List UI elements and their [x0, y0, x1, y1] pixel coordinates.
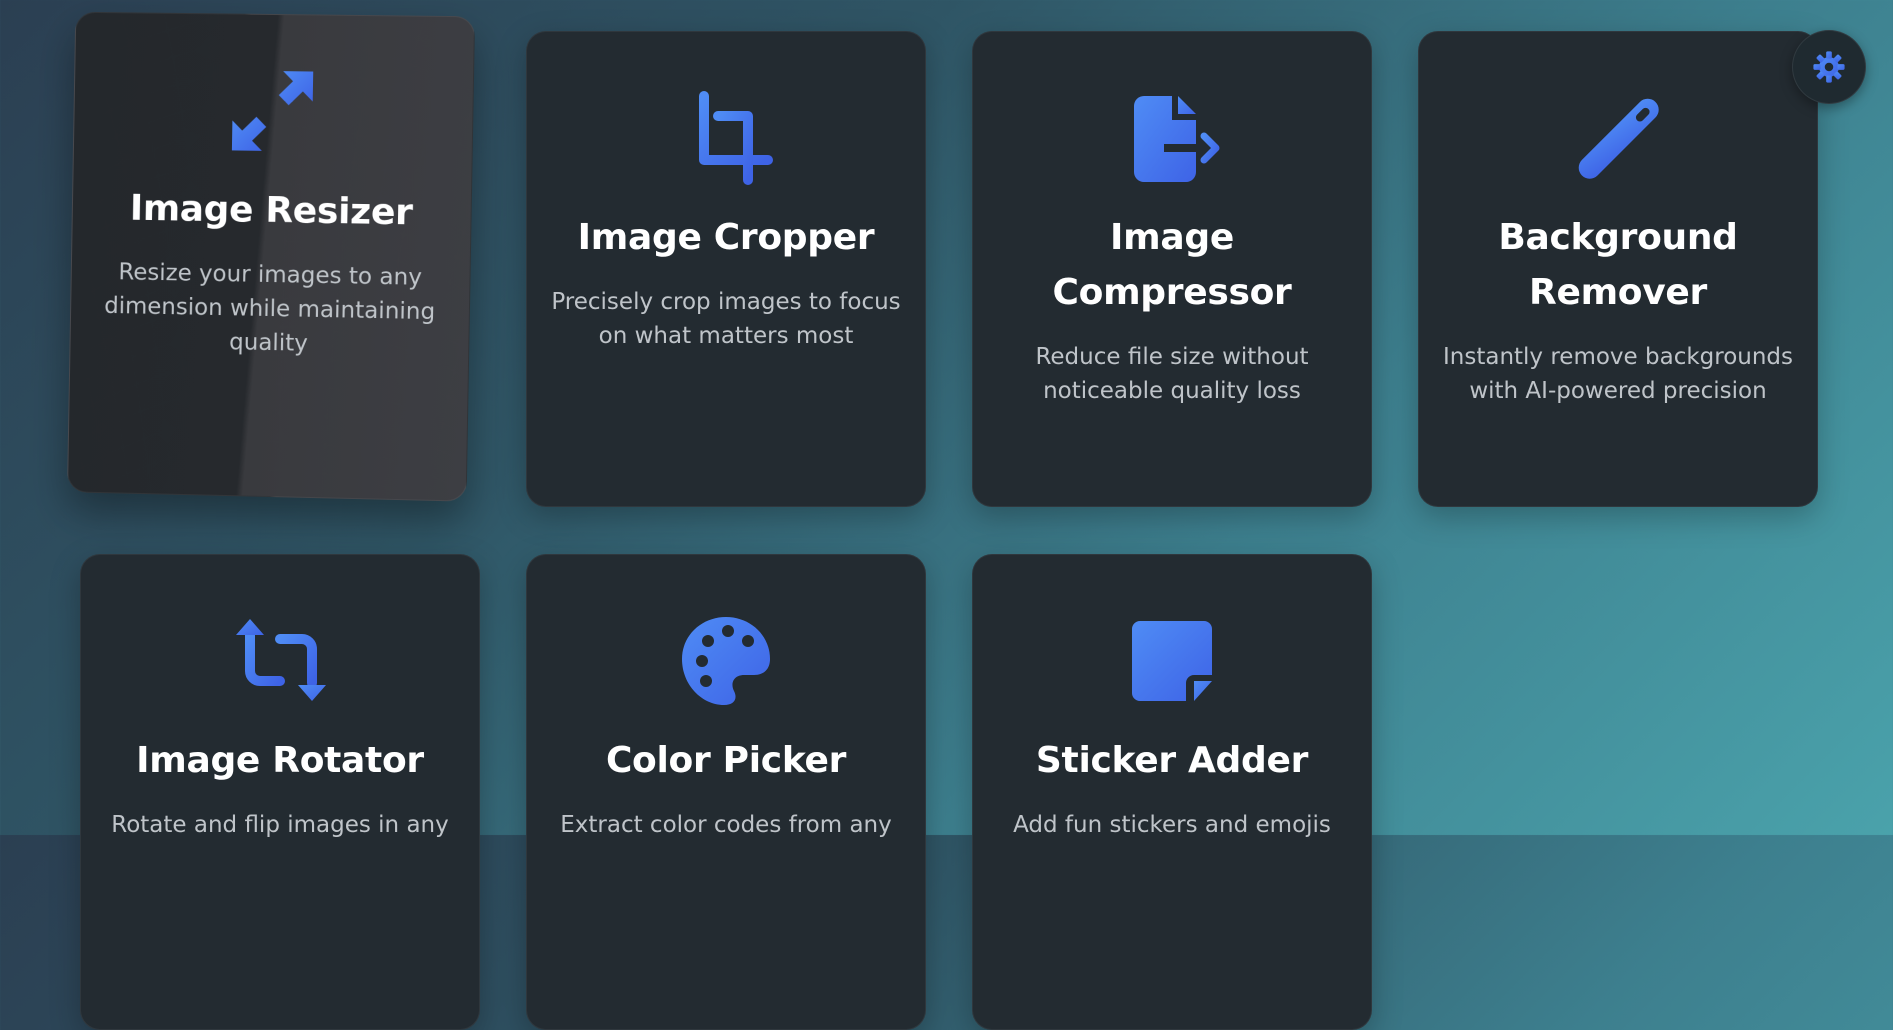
card-title: Background Remover — [1498, 217, 1738, 313]
palette-icon — [678, 613, 774, 709]
card-title: Image Rotator — [136, 740, 424, 781]
tool-card-image-resizer[interactable]: Image Resizer Resize your images to any … — [66, 11, 476, 502]
card-description: Rotate and flip images in any — [111, 812, 449, 838]
tool-card-color-picker[interactable]: Color Picker Extract color codes from an… — [526, 554, 926, 1030]
card-description: Reduce file size without noticeable qual… — [1035, 344, 1309, 404]
card-description: Precisely crop images to focus on what m… — [551, 289, 901, 349]
gear-icon — [1813, 51, 1845, 83]
theme-toggle-button[interactable] — [1792, 30, 1866, 104]
crop-icon — [678, 90, 774, 186]
tool-card-image-cropper[interactable]: Image Cropper Precisely crop images to f… — [526, 31, 926, 507]
tool-card-background-remover[interactable]: Background Remover Instantly remove back… — [1418, 31, 1818, 507]
resize-arrows-icon — [224, 62, 322, 159]
card-description: Resize your images to any dimension whil… — [104, 259, 436, 357]
rotate-arrows-icon — [232, 613, 328, 709]
card-title: Image Cropper — [577, 217, 875, 258]
card-description: Add fun stickers and emojis — [1013, 812, 1331, 838]
card-description: Instantly remove backgrounds with AI-pow… — [1442, 344, 1794, 404]
card-title: Sticker Adder — [1035, 740, 1309, 781]
card-title: Color Picker — [605, 740, 847, 781]
tool-card-image-rotator[interactable]: Image Rotator Rotate and flip images in … — [80, 554, 480, 1030]
tool-card-sticker-adder[interactable]: Sticker Adder Add fun stickers and emoji… — [972, 554, 1372, 1030]
tool-card-image-compressor[interactable]: Image Compressor Reduce file size withou… — [972, 31, 1372, 507]
eraser-pen-icon — [1570, 90, 1666, 186]
card-description: Extract color codes from any — [560, 812, 892, 838]
sticky-note-icon — [1124, 613, 1220, 709]
card-title: Image Compressor — [1052, 217, 1292, 313]
file-export-icon — [1124, 90, 1220, 186]
card-title: Image Resizer — [129, 187, 414, 234]
